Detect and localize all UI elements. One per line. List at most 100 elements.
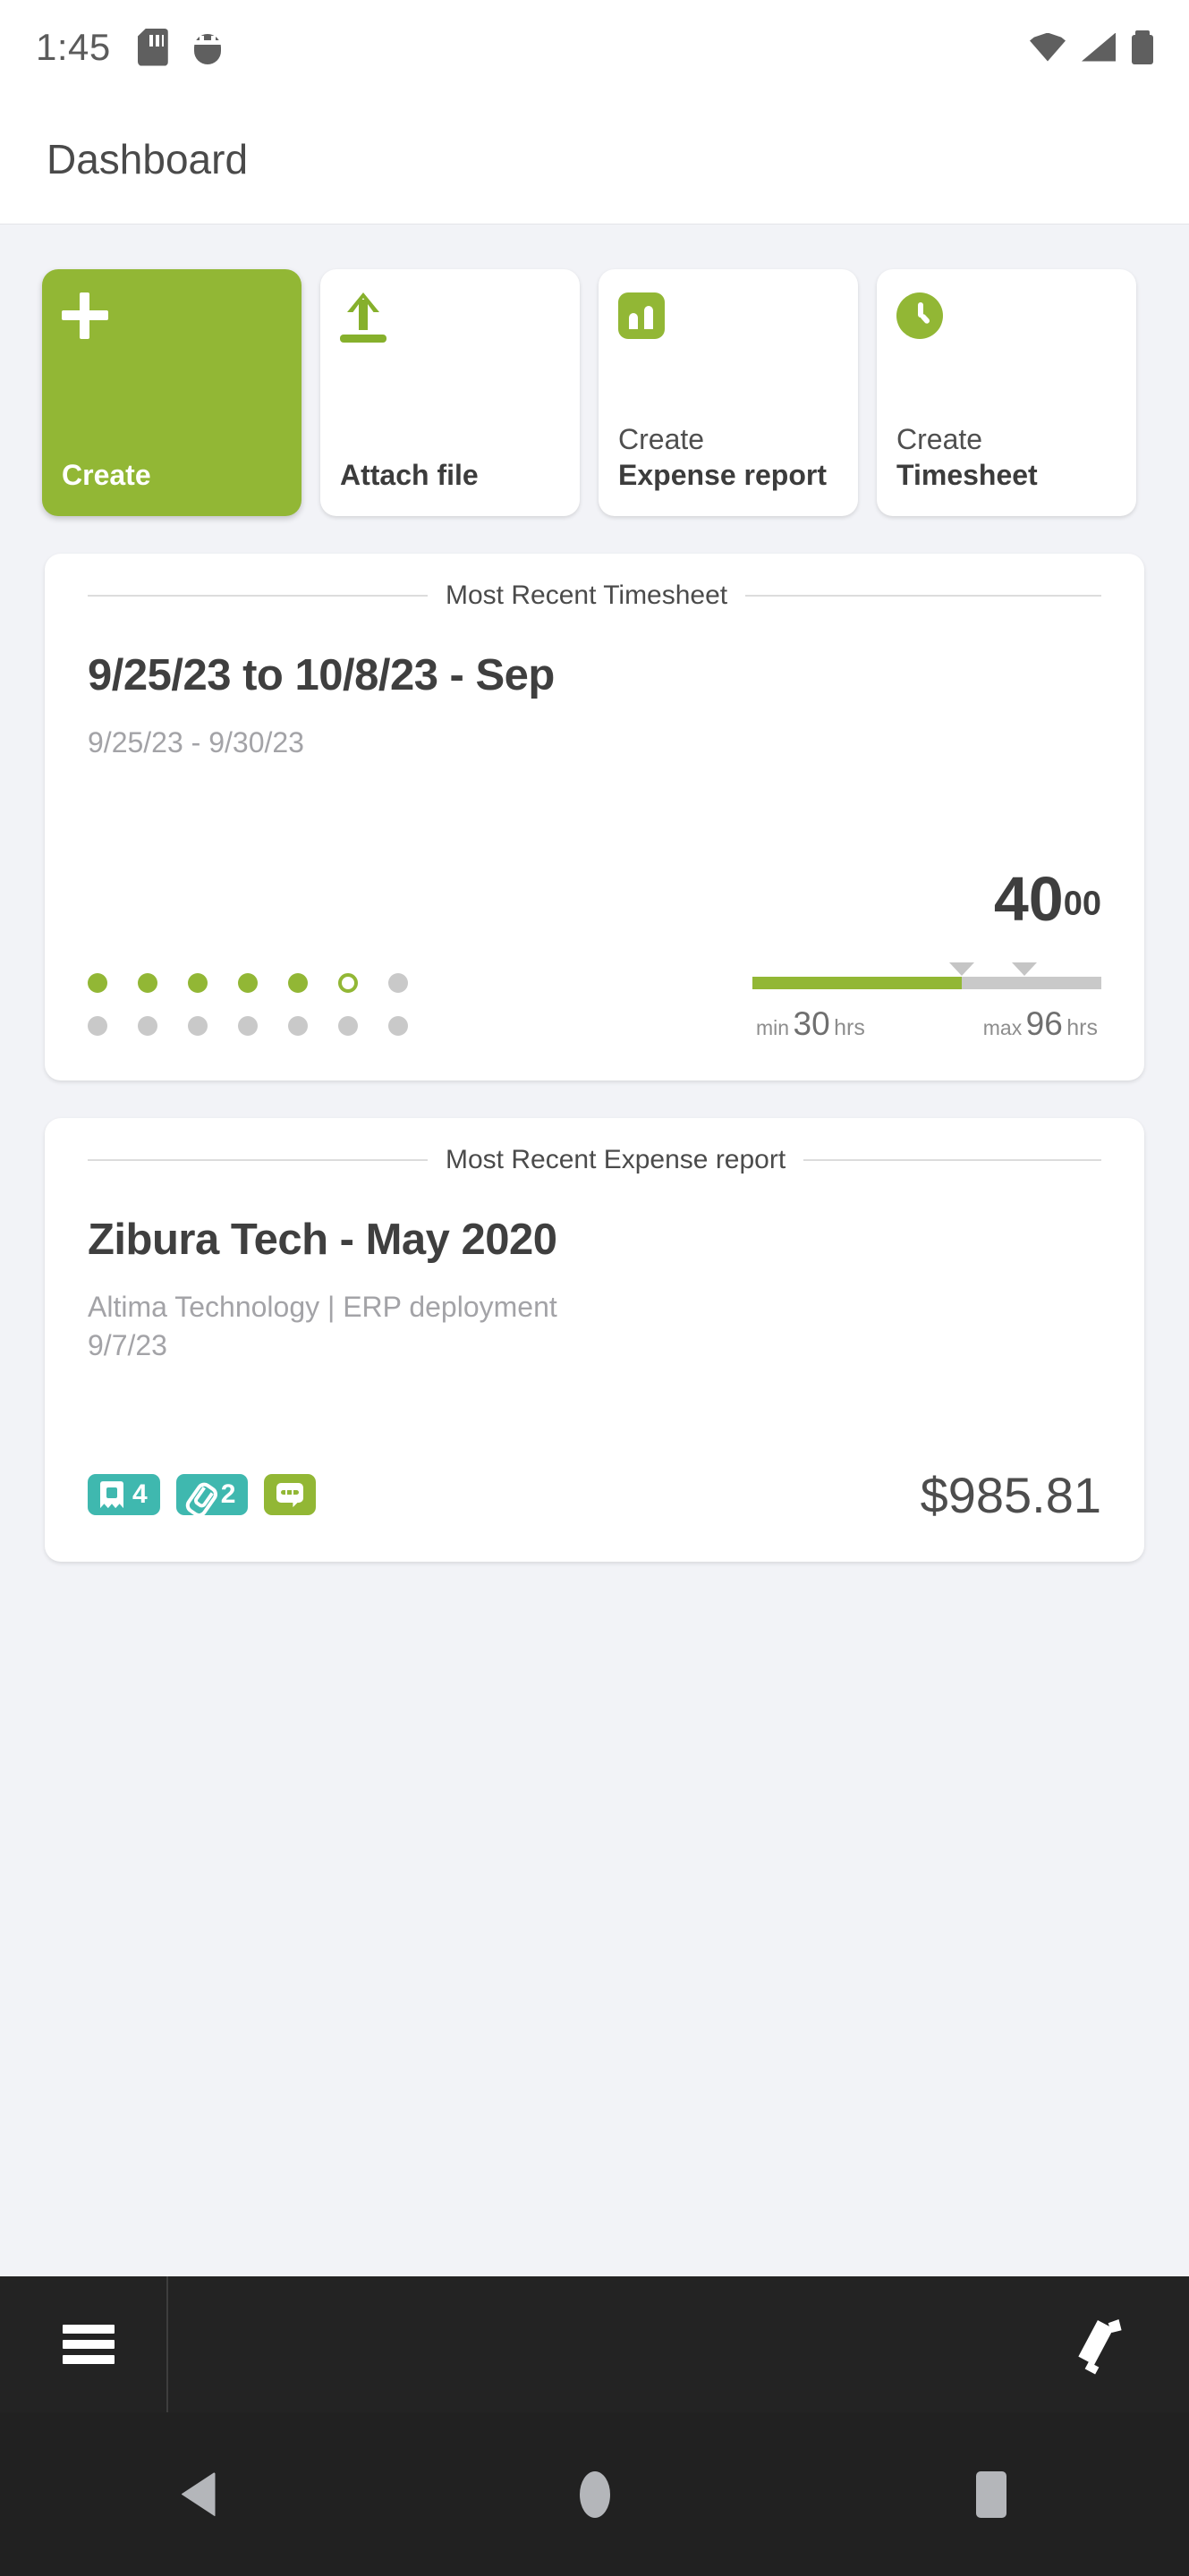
timesheet-progress: min 30 hrs max 96 hrs [752,962,1101,1043]
quick-action-create-timesheet[interactable]: Create Timesheet [877,269,1136,516]
max-word: max [982,1016,1023,1040]
quick-action-attach-file-label: Attach file [340,459,479,491]
min-unit: hrs [834,1015,865,1041]
day-dot [338,1016,358,1037]
day-dot [188,1016,208,1037]
status-bar-right-icons [1030,30,1153,64]
sd-card-icon [138,29,168,66]
comment-badge[interactable] [264,1474,317,1516]
expense-project: Altima Technology | ERP deployment [88,1291,557,1324]
wifi-icon [1030,32,1066,62]
nav-back-button[interactable] [0,2471,396,2517]
android-navigation-bar [0,2412,1189,2576]
day-dot [388,973,408,994]
header-rule-left [88,1159,428,1162]
expense-title: Zibura Tech - May 2020 [88,1216,557,1265]
timesheet-date-range: 9/25/23 - 9/30/23 [88,726,304,758]
hamburger-menu-icon[interactable] [63,2325,115,2364]
status-bar-clock: 1:45 [36,25,111,68]
timesheet-card-header: Most Recent Timesheet [88,580,1101,611]
day-dot [288,973,308,994]
timesheet-card-header-label: Most Recent Timesheet [446,580,728,610]
app-root: 1:45 Dashboard Create Attach file Create… [0,0,1189,2576]
receipt-badge[interactable]: 4 [88,1474,160,1516]
most-recent-expense-report-card[interactable]: Most Recent Expense report Zibura Tech -… [45,1118,1144,1562]
header-rule-right [803,1159,1101,1162]
quick-action-expense-label: Expense report [618,459,827,491]
home-circle-icon [579,2470,610,2518]
expense-card-header-label: Most Recent Expense report [446,1145,786,1175]
status-bar-left-icons [138,29,224,66]
max-value: 96 [1025,1005,1063,1043]
clock-icon [896,292,1117,355]
app-bar: Dashboard [0,94,1189,225]
header-rule-right [745,595,1101,597]
timesheet-progress-track [752,977,1101,990]
timesheet-hours-whole: 40 [993,864,1064,935]
expense-date: 9/7/23 [88,1329,167,1362]
most-recent-timesheet-card[interactable]: Most Recent Timesheet 9/25/23 to 10/8/23… [45,554,1144,1081]
cellular-signal-icon [1082,32,1116,62]
page-title: Dashboard [47,135,249,182]
timesheet-title: 9/25/23 to 10/8/23 - Sep [88,651,555,699]
bottom-app-bar [0,2276,1189,2412]
timesheet-total-hours: 4000 [752,868,1101,930]
day-dot [238,1016,258,1037]
timesheet-max-hours: max 96 hrs [983,1005,1098,1043]
expense-summary-row: 4 2 $985.81 [88,1466,1101,1524]
timesheet-summary-row: 4000 min 30 hrs max 96 hrs [88,868,1101,1043]
min-word: min [756,1016,790,1040]
quick-action-attach-file[interactable]: Attach file [320,269,580,516]
bar-chart-icon [618,292,838,355]
paperclip-icon [183,1477,217,1512]
recents-square-icon [975,2470,1006,2518]
max-marker-icon [1012,962,1038,977]
day-dot [238,973,258,994]
quick-action-timesheet-label: Timesheet [896,459,1038,491]
timesheet-progress-markers [752,962,1101,977]
nav-home-button[interactable] [396,2470,793,2518]
quick-actions-row: Create Attach file Create Expense report [0,225,1189,516]
bug-icon [191,29,224,66]
receipt-count: 4 [132,1479,148,1510]
battery-icon [1132,30,1153,64]
day-dot [88,1016,107,1037]
timesheet-progress-fill [752,977,962,990]
main-content: Create Attach file Create Expense report [0,225,1189,2276]
day-dot [188,973,208,994]
attachment-count: 2 [220,1479,236,1510]
comment-icon [276,1483,304,1506]
day-dot [138,973,157,994]
expense-badges: 4 2 [88,1474,317,1516]
upload-icon [340,292,560,355]
quick-action-expense-sublabel: Create [618,423,705,455]
timesheet-progress-labels: min 30 hrs max 96 hrs [752,1005,1101,1043]
min-marker-icon [949,962,974,977]
back-triangle-icon [181,2471,216,2517]
bottom-bar-divider [166,2276,168,2412]
pencil-edit-icon[interactable] [1078,2318,1126,2370]
day-dot [88,973,107,994]
header-rule-left [88,595,428,597]
max-unit: hrs [1066,1015,1098,1041]
expense-amount: $985.81 [920,1466,1101,1523]
quick-action-create[interactable]: Create [42,269,301,516]
timesheet-day-dots-week1 [88,973,408,994]
day-dot [288,1016,308,1037]
timesheet-day-dots [88,973,408,1043]
quick-action-create-label: Create [62,459,151,491]
expense-card-header: Most Recent Expense report [88,1145,1101,1175]
quick-action-create-expense-report[interactable]: Create Expense report [599,269,858,516]
timesheet-hours-meter: 4000 min 30 hrs max 96 hrs [752,868,1101,1043]
status-bar: 1:45 [0,0,1189,94]
min-value: 30 [793,1005,830,1043]
nav-recents-button[interactable] [793,2470,1189,2518]
day-dot [338,973,358,994]
quick-action-timesheet-sublabel: Create [896,423,983,455]
timesheet-min-hours: min 30 hrs [756,1005,865,1043]
timesheet-day-dots-week2 [88,1016,408,1037]
attachment-badge[interactable]: 2 [175,1474,249,1516]
plus-icon [62,292,282,355]
timesheet-hours-fraction: 00 [1063,885,1101,923]
day-dot [388,1016,408,1037]
